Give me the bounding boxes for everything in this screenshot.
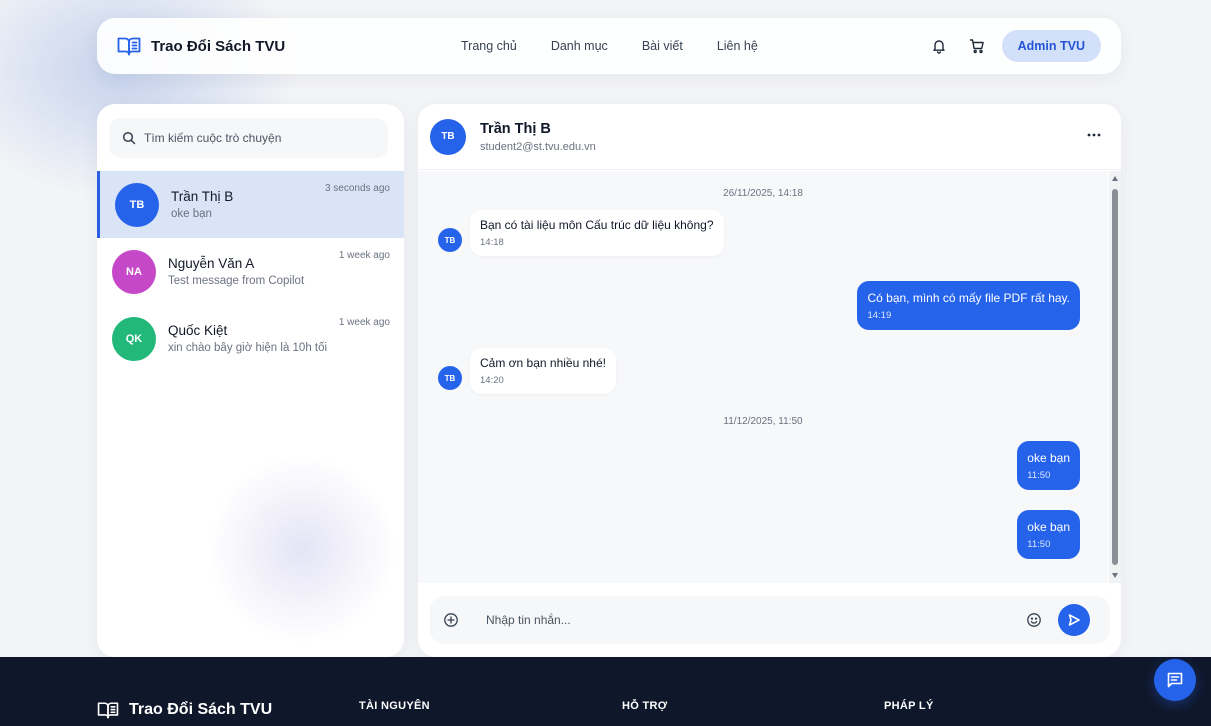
message-text: Có bạn, mình có mấy file PDF rất hay. bbox=[867, 291, 1070, 305]
scroll-down-arrow-icon[interactable] bbox=[1112, 573, 1118, 578]
nav-categories[interactable]: Danh mục bbox=[551, 39, 608, 53]
conversation-name: Nguyễn Văn A bbox=[168, 256, 255, 271]
open-book-icon bbox=[97, 702, 119, 719]
emoji-icon[interactable] bbox=[1026, 612, 1042, 628]
conversation-list: TB Trần Thị B oke bạn 3 seconds ago NA Nguyễn… bbox=[97, 171, 404, 372]
message-time: 11:50 bbox=[1027, 539, 1051, 550]
contact-avatar: TB bbox=[430, 118, 466, 155]
conversation-sidebar: TB Trần Thị B oke bạn 3 seconds ago NA Nguyễn… bbox=[97, 104, 404, 657]
nav-home[interactable]: Trang chủ bbox=[461, 39, 517, 53]
sidebar-decoration bbox=[207, 454, 397, 644]
footer-brand[interactable]: Trao Đổi Sách TVU bbox=[97, 701, 272, 719]
footer-heading-support: HỖ TRỢ bbox=[622, 700, 668, 712]
date-separator: 26/11/2025, 14:18 bbox=[723, 188, 803, 199]
message-bubble: Bạn có tài liệu môn Cấu trúc dữ liệu khô… bbox=[470, 210, 724, 256]
more-horizontal-icon[interactable] bbox=[1085, 128, 1103, 142]
message-input[interactable] bbox=[486, 613, 1006, 627]
message-avatar: TB bbox=[438, 366, 462, 390]
message-bubble: oke bạn 11:50 bbox=[1017, 510, 1080, 559]
conversation-avatar: NA bbox=[112, 249, 156, 294]
chat-fab-button[interactable] bbox=[1154, 659, 1196, 701]
conversation-avatar: TB bbox=[115, 182, 159, 227]
conversation-preview: Test message from Copilot bbox=[168, 275, 305, 287]
brand-link[interactable]: Trao Đổi Sách TVU bbox=[117, 36, 447, 56]
contact-name: Trần Thị B bbox=[480, 120, 551, 137]
conversation-item[interactable]: TB Trần Thị B oke bạn 3 seconds ago bbox=[97, 171, 404, 238]
message-scrollbar[interactable] bbox=[1109, 171, 1121, 583]
message-text: Cảm ơn bạn nhiều nhé! bbox=[480, 356, 606, 370]
conversation-name: Quốc Kiệt bbox=[168, 323, 228, 338]
conversation-avatar: QK bbox=[112, 316, 156, 361]
message-outgoing: oke bạn 11:50 bbox=[1017, 510, 1080, 559]
message-bubble: Có bạn, mình có mấy file PDF rất hay. 14… bbox=[857, 281, 1080, 330]
chat-panel: TB Trần Thị B student2@st.tvu.edu.vn 26/… bbox=[418, 104, 1121, 657]
account-button[interactable]: Admin TVU bbox=[1001, 30, 1101, 62]
message-outgoing: oke bạn 11:50 bbox=[1017, 441, 1080, 490]
open-book-icon bbox=[117, 37, 141, 56]
message-time: 14:18 bbox=[480, 237, 504, 248]
cart-icon bbox=[969, 39, 984, 54]
cart-button[interactable] bbox=[964, 33, 990, 59]
conversation-preview: xin chào bây giờ hiện là 10h tối bbox=[168, 342, 328, 354]
nav-posts[interactable]: Bài viết bbox=[642, 39, 683, 53]
chat-message-icon bbox=[1167, 672, 1183, 688]
footer-brand-name: Trao Đổi Sách TVU bbox=[129, 701, 273, 718]
conversation-name: Trần Thị B bbox=[171, 189, 234, 204]
top-navbar: Trao Đổi Sách TVU Trang chủ Danh mục Bài… bbox=[97, 18, 1121, 74]
message-composer bbox=[430, 596, 1110, 644]
message-text: oke bạn bbox=[1027, 451, 1070, 465]
add-circle-icon[interactable] bbox=[443, 612, 459, 628]
conversation-time: 1 week ago bbox=[338, 250, 390, 261]
message-avatar: TB bbox=[438, 228, 462, 252]
bell-icon bbox=[932, 40, 945, 54]
search-icon bbox=[122, 131, 136, 145]
conversation-item[interactable]: NA Nguyễn Văn A Test message from Copilot 1… bbox=[97, 238, 404, 305]
message-incoming: TB Bạn có tài liệu môn Cấu trúc dữ liệu … bbox=[438, 210, 724, 256]
contact-email: student2@st.tvu.edu.vn bbox=[480, 140, 596, 153]
search-input[interactable] bbox=[144, 131, 374, 145]
conversation-search bbox=[109, 118, 388, 158]
chat-header: TB Trần Thị B student2@st.tvu.edu.vn bbox=[418, 104, 1121, 170]
site-footer: Trao Đổi Sách TVU TÀI NGUYÊN HỖ TRỢ PHÁP… bbox=[0, 657, 1211, 726]
conversation-preview: oke bạn bbox=[171, 208, 212, 220]
message-time: 11:50 bbox=[1027, 470, 1051, 481]
conversation-time: 3 seconds ago bbox=[324, 183, 390, 194]
footer-heading-resources: TÀI NGUYÊN bbox=[359, 700, 430, 712]
brand-name: Trao Đổi Sách TVU bbox=[151, 37, 286, 55]
message-time: 14:20 bbox=[480, 375, 504, 386]
header-actions: Admin TVU bbox=[926, 30, 1101, 62]
nav-contact[interactable]: Liên hệ bbox=[717, 39, 758, 53]
message-text: Bạn có tài liệu môn Cấu trúc dữ liệu khô… bbox=[480, 218, 714, 232]
date-separator: 11/12/2025, 11:50 bbox=[723, 416, 803, 427]
scroll-thumb[interactable] bbox=[1112, 189, 1118, 565]
message-incoming: TB Cảm ơn bạn nhiều nhé! 14:20 bbox=[438, 348, 616, 394]
conversation-item[interactable]: QK Quốc Kiệt xin chào bây giờ hiện là 10h … bbox=[97, 305, 404, 372]
message-outgoing: Có bạn, mình có mấy file PDF rất hay. 14… bbox=[857, 281, 1080, 330]
send-button[interactable] bbox=[1058, 604, 1090, 636]
footer-heading-legal: PHÁP LÝ bbox=[884, 700, 934, 712]
message-time: 14:19 bbox=[867, 310, 892, 321]
main-nav: Trang chủ Danh mục Bài viết Liên hệ bbox=[461, 39, 792, 53]
message-bubble: oke bạn 11:50 bbox=[1017, 441, 1080, 490]
send-icon bbox=[1068, 614, 1080, 626]
message-text: oke bạn bbox=[1027, 520, 1070, 534]
conversation-time: 1 week ago bbox=[338, 317, 390, 328]
message-area: 26/11/2025, 14:18 TB Bạn có tài liệu môn… bbox=[418, 171, 1108, 583]
notification-button[interactable] bbox=[926, 33, 952, 59]
scroll-up-arrow-icon[interactable] bbox=[1112, 176, 1118, 181]
message-bubble: Cảm ơn bạn nhiều nhé! 14:20 bbox=[470, 348, 616, 394]
